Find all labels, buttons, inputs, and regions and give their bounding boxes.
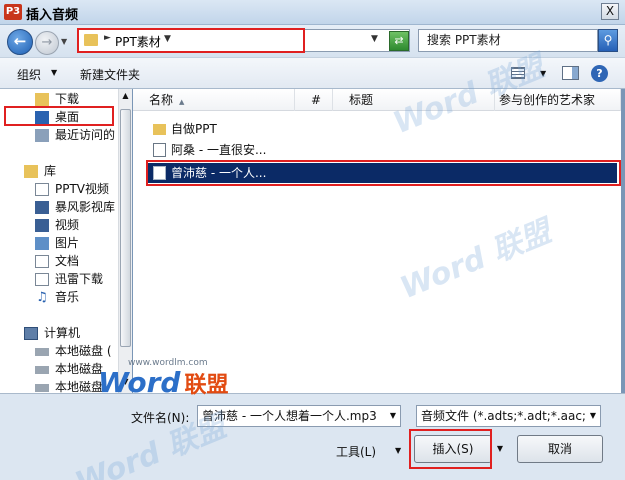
sidebar-item-disk-c[interactable]: 本地磁盘 (: [0, 342, 118, 360]
insert-highlight-box: [409, 429, 492, 469]
selected-file-highlight-box: [146, 160, 621, 186]
watermark-text: 联盟: [184, 373, 229, 398]
sidebar-item-label: 计算机: [44, 326, 81, 340]
sidebar-item-label: PPTV视频: [55, 182, 110, 196]
watermark-text: Word: [98, 366, 181, 399]
sidebar-item-label: 文档: [55, 254, 80, 268]
column-track-number[interactable]: #: [295, 89, 333, 111]
chevron-down-icon[interactable]: ▼: [51, 68, 57, 77]
list-item[interactable]: 自做PPT: [147, 119, 437, 139]
music-library-icon: ♫: [36, 290, 48, 305]
sidebar-item-label: 暴风影视库: [55, 200, 116, 214]
search-input[interactable]: 搜索 PPT素材: [418, 29, 598, 52]
navigation-pane: 下载 桌面 最近访问的 库 PPTV视频 暴风影视库 视频 图片 文档 迅雷下载…: [0, 89, 118, 393]
folder-icon: [153, 124, 166, 135]
sidebar-item-baofeng[interactable]: 暴风影视库: [0, 198, 118, 216]
video-library-icon: [35, 219, 49, 232]
tools-menu[interactable]: 工具(L): [336, 443, 376, 460]
sidebar-item-computer[interactable]: 计算机: [0, 324, 118, 342]
help-icon[interactable]: ?: [591, 65, 608, 82]
refresh-button[interactable]: ⇄: [389, 31, 409, 51]
column-name[interactable]: 名称 ▲: [133, 89, 295, 111]
filename-dropdown[interactable]: ▼: [386, 405, 401, 427]
pictures-library-icon: [35, 237, 49, 250]
file-name: 自做PPT: [171, 122, 217, 136]
computer-icon: [24, 327, 38, 340]
command-toolbar: 组织 ▼ 新建文件夹 ▼ ?: [0, 57, 625, 89]
sidebar-item-label: 迅雷下载: [55, 272, 104, 286]
column-label: #: [311, 93, 322, 107]
close-button[interactable]: X: [601, 3, 619, 20]
sidebar-item-recent[interactable]: 最近访问的: [0, 126, 118, 144]
organize-button[interactable]: 组织: [17, 66, 41, 83]
scroll-up-icon[interactable]: ▲: [120, 91, 131, 100]
search-icon[interactable]: ⚲: [598, 29, 618, 52]
file-name: 阿桑 - 一直很安...: [171, 143, 267, 157]
sidebar-item-pictures[interactable]: 图片: [0, 234, 118, 252]
cancel-button[interactable]: 取消: [517, 435, 603, 463]
audio-file-icon: [153, 143, 166, 157]
powerpoint-app-icon: P3: [4, 4, 22, 20]
watermark-url: www.wordlm.com: [128, 358, 208, 368]
recent-locations-dropdown[interactable]: ▼: [61, 37, 67, 46]
download-library-icon: [35, 273, 49, 286]
sort-ascending-icon: ▲: [179, 98, 185, 106]
recent-places-icon: [35, 129, 49, 142]
nav-scrollbar[interactable]: ▲ ▼: [118, 89, 132, 393]
library-icon: [24, 165, 38, 178]
column-label: 参与创作的艺术家: [499, 93, 596, 107]
sidebar-item-music[interactable]: ♫ 音乐: [0, 288, 118, 306]
documents-library-icon: [35, 255, 49, 268]
address-dropdown[interactable]: ▼: [371, 34, 378, 44]
sidebar-item-label: 本地磁盘 (: [55, 344, 112, 358]
filetype-select[interactable]: 音频文件 (*.adts;*.adt;*.aac;*.a: [416, 405, 587, 427]
chevron-down-icon[interactable]: ▼: [540, 69, 546, 78]
list-item[interactable]: 阿桑 - 一直很安...: [147, 140, 437, 160]
scroll-thumb[interactable]: [120, 109, 131, 347]
address-highlight-box: [77, 28, 305, 53]
chevron-down-icon[interactable]: ▼: [395, 446, 401, 455]
sidebar-item-label: 图片: [55, 236, 80, 250]
dialog-footer: 文件名(N): 曾沛慈 - 一个人想着一个人.mp3 ▼ 音频文件 (*.adt…: [0, 393, 625, 480]
sidebar-item-label: 音乐: [55, 290, 80, 304]
sidebar-item-videos[interactable]: 视频: [0, 216, 118, 234]
filename-input[interactable]: 曾沛慈 - 一个人想着一个人.mp3: [197, 405, 387, 427]
sidebar-item-documents[interactable]: 文档: [0, 252, 118, 270]
insert-options-dropdown[interactable]: ▼: [494, 435, 506, 463]
sidebar-item-libraries[interactable]: 库: [0, 162, 118, 180]
disk-icon: [35, 348, 49, 356]
forward-button[interactable]: →: [35, 31, 59, 55]
preview-pane-icon[interactable]: [562, 66, 579, 80]
column-label: 名称: [149, 93, 174, 107]
sidebar-item-pptv[interactable]: PPTV视频: [0, 180, 118, 198]
sidebar-item-xunlei[interactable]: 迅雷下载: [0, 270, 118, 288]
window-title: 插入音频: [26, 8, 79, 23]
library-video-icon: [35, 183, 49, 196]
title-bar: P3 插入音频 X: [0, 0, 625, 25]
disk-icon: [35, 384, 49, 392]
column-label: 标题: [349, 93, 374, 107]
library-video-icon: [35, 201, 49, 214]
desktop-highlight-box: [4, 106, 114, 126]
sidebar-item-label: 本地磁盘: [55, 380, 104, 393]
sidebar-item-label: 最近访问的: [55, 128, 116, 142]
file-list: 名称 ▲ # 标题 参与创作的艺术家 自做PPT 阿桑 - 一直很安... 曾沛慈…: [133, 89, 621, 393]
download-folder-icon: [35, 93, 49, 106]
column-artist[interactable]: 参与创作的艺术家: [495, 89, 621, 111]
disk-icon: [35, 366, 49, 374]
sidebar-item-label: 库: [44, 164, 57, 178]
sidebar-item-label: 本地磁盘: [55, 362, 104, 376]
watermark-logo: www.wordlm.com Word 联盟: [98, 358, 229, 399]
sidebar-item-label: 视频: [55, 218, 80, 232]
filetype-dropdown[interactable]: ▼: [586, 405, 601, 427]
column-header-row: 名称 ▲ # 标题 参与创作的艺术家: [133, 89, 621, 111]
view-options-icon[interactable]: [511, 67, 525, 79]
filename-label: 文件名(N):: [131, 411, 190, 425]
back-button[interactable]: ←: [7, 29, 33, 55]
new-folder-button[interactable]: 新建文件夹: [80, 66, 140, 83]
column-title[interactable]: 标题: [333, 89, 495, 111]
